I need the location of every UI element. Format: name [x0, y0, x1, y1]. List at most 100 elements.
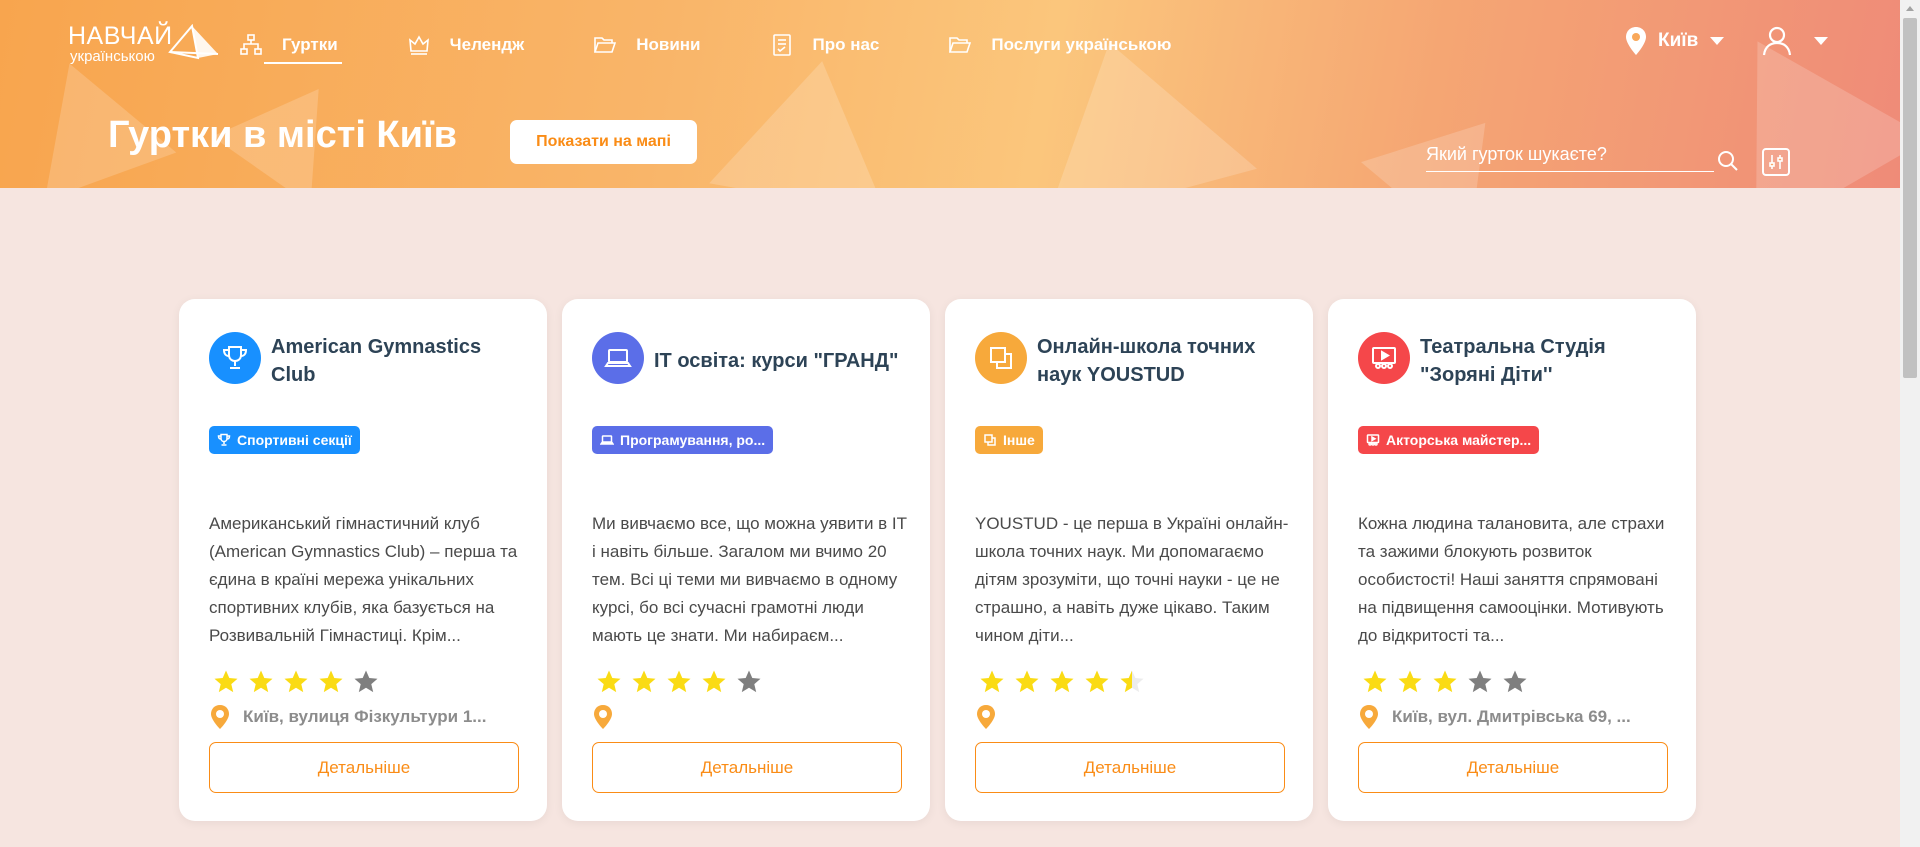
- document-icon: [772, 34, 791, 56]
- crown-icon: [408, 35, 429, 55]
- star-filled-icon: [1085, 670, 1109, 693]
- details-button[interactable]: Детальніше: [592, 742, 902, 793]
- scroll-thumb[interactable]: [1903, 18, 1917, 378]
- rating-stars: [213, 669, 388, 695]
- chevron-down-icon: [1814, 37, 1828, 45]
- address-text: Київ, вул. Дмитрівська 69, ...: [1392, 707, 1631, 726]
- search-field: [1426, 140, 1714, 172]
- category-tag[interactable]: Інше: [975, 426, 1043, 454]
- rating-stars: [979, 669, 1154, 695]
- nav-label: Про нас: [812, 35, 880, 54]
- logo-subtitle: українською: [70, 48, 155, 65]
- city-selector[interactable]: Київ: [1624, 26, 1725, 56]
- address-text: Київ, вулиця Фізкультури 1...: [243, 707, 487, 726]
- card-description: Американський гімнастичний клуб (America…: [209, 514, 518, 645]
- details-button[interactable]: Детальніше: [209, 742, 519, 793]
- nav-label: Челендж: [449, 35, 525, 54]
- user-menu[interactable]: [1762, 26, 1828, 56]
- card-description: Ми вивчаємо все, що можна уявити в IT і …: [592, 514, 907, 645]
- star-filled-icon: [1015, 670, 1039, 693]
- details-button[interactable]: Детальніше: [975, 742, 1285, 793]
- details-button[interactable]: Детальніше: [1358, 742, 1668, 793]
- logo-title: НАВЧАЙ: [68, 22, 173, 50]
- card-description: Кожна людина талановита, але страхи та з…: [1358, 514, 1665, 645]
- nav-item-clubs[interactable]: Гуртки: [240, 28, 342, 64]
- category-label: Спортивні секції: [237, 432, 352, 448]
- nav-item-news[interactable]: Новини: [594, 28, 701, 62]
- category-tag[interactable]: Спортивні секції: [209, 426, 360, 454]
- card-address: [975, 704, 1009, 730]
- nav-label: Гуртки: [282, 35, 338, 54]
- nav-item-challenge[interactable]: Челендж: [408, 28, 525, 62]
- nav-item-about[interactable]: Про нас: [771, 28, 880, 62]
- star-empty-icon: [1468, 670, 1492, 693]
- location-pin-icon: [211, 705, 229, 729]
- city-name: Київ: [1658, 30, 1699, 51]
- card-title[interactable]: IT освіта: курси "ГРАНД": [654, 331, 904, 391]
- page-title: Гуртки в місті Київ: [108, 114, 458, 156]
- main-nav: Гуртки Челендж Новини Про нас Послуги ук…: [240, 28, 1241, 64]
- search-input[interactable]: [1426, 140, 1714, 171]
- paper-boat-icon: [168, 24, 219, 60]
- rating-stars: [596, 669, 771, 695]
- star-filled-icon: [1433, 670, 1457, 693]
- star-filled-icon: [597, 670, 621, 693]
- location-pin-icon: [1626, 27, 1646, 55]
- category-label: Акторська майстер...: [1386, 432, 1532, 448]
- card-title[interactable]: Театральна Студія "Зоряні Діти'': [1420, 331, 1670, 391]
- category-tag[interactable]: Акторська майстер...: [1358, 426, 1540, 454]
- category-tag[interactable]: Програмування, ро...: [592, 426, 774, 454]
- star-filled-icon: [249, 670, 273, 693]
- star-empty-icon: [737, 670, 761, 693]
- star-filled-icon: [319, 670, 343, 693]
- trophy-icon: [217, 433, 231, 446]
- sliders-icon: [1769, 155, 1783, 169]
- card-icon-circle: [592, 332, 644, 384]
- copy-icon: [984, 434, 996, 446]
- location-pin-icon: [594, 705, 612, 729]
- card-description: YOUSTUD - це перша в Україні онлайн-школ…: [975, 514, 1289, 645]
- filter-button[interactable]: [1762, 148, 1790, 176]
- card-address: [592, 704, 626, 730]
- theater-icon: [1366, 434, 1380, 446]
- star-filled-icon: [1050, 670, 1074, 693]
- nav-item-services[interactable]: Послуги українською: [949, 28, 1171, 62]
- copy-icon: [990, 347, 1012, 369]
- card-icon-circle: [1358, 332, 1410, 384]
- club-card[interactable]: American Gymnastics Club Спортивні секці…: [179, 299, 547, 821]
- chevron-down-icon: [1710, 37, 1725, 45]
- club-card[interactable]: Онлайн-школа точних наук YOUSTUD Інше YO…: [945, 299, 1313, 821]
- page-scrollbar[interactable]: [1900, 0, 1920, 847]
- user-icon: [1762, 26, 1792, 56]
- location-pin-icon: [1360, 705, 1378, 729]
- theater-icon: [1372, 347, 1396, 369]
- star-empty-icon: [354, 670, 378, 693]
- star-filled-icon: [284, 670, 308, 693]
- star-filled-icon: [1363, 670, 1387, 693]
- search-icon[interactable]: [1717, 150, 1739, 172]
- laptop-icon: [604, 349, 632, 367]
- show-on-map-button[interactable]: Показати на мапі: [510, 120, 697, 164]
- club-cards: American Gymnastics Club Спортивні секці…: [179, 299, 1696, 821]
- location-pin-icon: [977, 705, 995, 729]
- club-card[interactable]: IT освіта: курси "ГРАНД" Програмування, …: [562, 299, 930, 821]
- nav-label: Послуги українською: [991, 35, 1172, 54]
- scroll-up-arrow-icon[interactable]: [1906, 6, 1914, 11]
- category-label: Програмування, ро...: [620, 432, 766, 448]
- folder-open-icon: [949, 37, 972, 53]
- logo[interactable]: НАВЧАЙ українською: [68, 22, 219, 70]
- card-title[interactable]: American Gymnastics Club: [271, 331, 521, 391]
- hierarchy-icon: [240, 34, 262, 55]
- star-filled-icon: [702, 670, 726, 693]
- nav-label: Новини: [636, 35, 701, 54]
- folder-open-icon: [594, 37, 617, 53]
- card-address: Київ, вул. Дмитрівська 69, ...: [1358, 704, 1631, 730]
- laptop-icon: [600, 435, 614, 445]
- star-filled-icon: [980, 670, 1004, 693]
- card-title[interactable]: Онлайн-школа точних наук YOUSTUD: [1037, 331, 1287, 391]
- category-label: Інше: [1003, 432, 1035, 448]
- star-filled-icon: [667, 670, 691, 693]
- club-card[interactable]: Театральна Студія "Зоряні Діти'' Акторсь…: [1328, 299, 1696, 821]
- header: НАВЧАЙ українською Гуртки Челендж Новини…: [0, 0, 1900, 188]
- star-filled-icon: [1398, 670, 1422, 693]
